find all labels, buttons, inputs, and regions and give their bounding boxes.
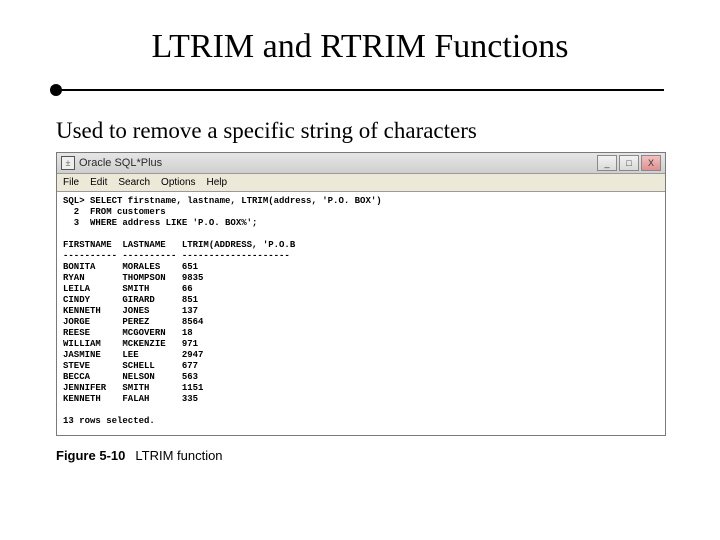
rule-line <box>56 89 664 91</box>
window-menubar: File Edit Search Options Help <box>57 174 665 192</box>
sqlplus-window: ± Oracle SQL*Plus _ □ X File Edit Search… <box>56 152 666 436</box>
title-rule <box>56 84 664 100</box>
figure-text: LTRIM function <box>135 448 222 463</box>
menu-options[interactable]: Options <box>161 177 195 188</box>
menu-edit[interactable]: Edit <box>90 177 107 188</box>
window-titlebar: ± Oracle SQL*Plus _ □ X <box>57 153 665 174</box>
minimize-button[interactable]: _ <box>597 155 617 171</box>
menu-file[interactable]: File <box>63 177 79 188</box>
window-title: Oracle SQL*Plus <box>79 157 162 169</box>
app-icon: ± <box>61 156 75 170</box>
menu-search[interactable]: Search <box>118 177 150 188</box>
figure-caption: Figure 5-10 LTRIM function <box>56 448 664 463</box>
maximize-button[interactable]: □ <box>619 155 639 171</box>
close-button[interactable]: X <box>641 155 661 171</box>
figure-label: Figure 5-10 <box>56 448 125 463</box>
terminal-output: SQL> SELECT firstname, lastname, LTRIM(a… <box>57 192 665 435</box>
slide-title: LTRIM and RTRIM Functions <box>0 28 720 66</box>
menu-help[interactable]: Help <box>207 177 228 188</box>
slide-body-text: Used to remove a specific string of char… <box>56 118 664 144</box>
slide: LTRIM and RTRIM Functions Used to remove… <box>0 28 720 540</box>
